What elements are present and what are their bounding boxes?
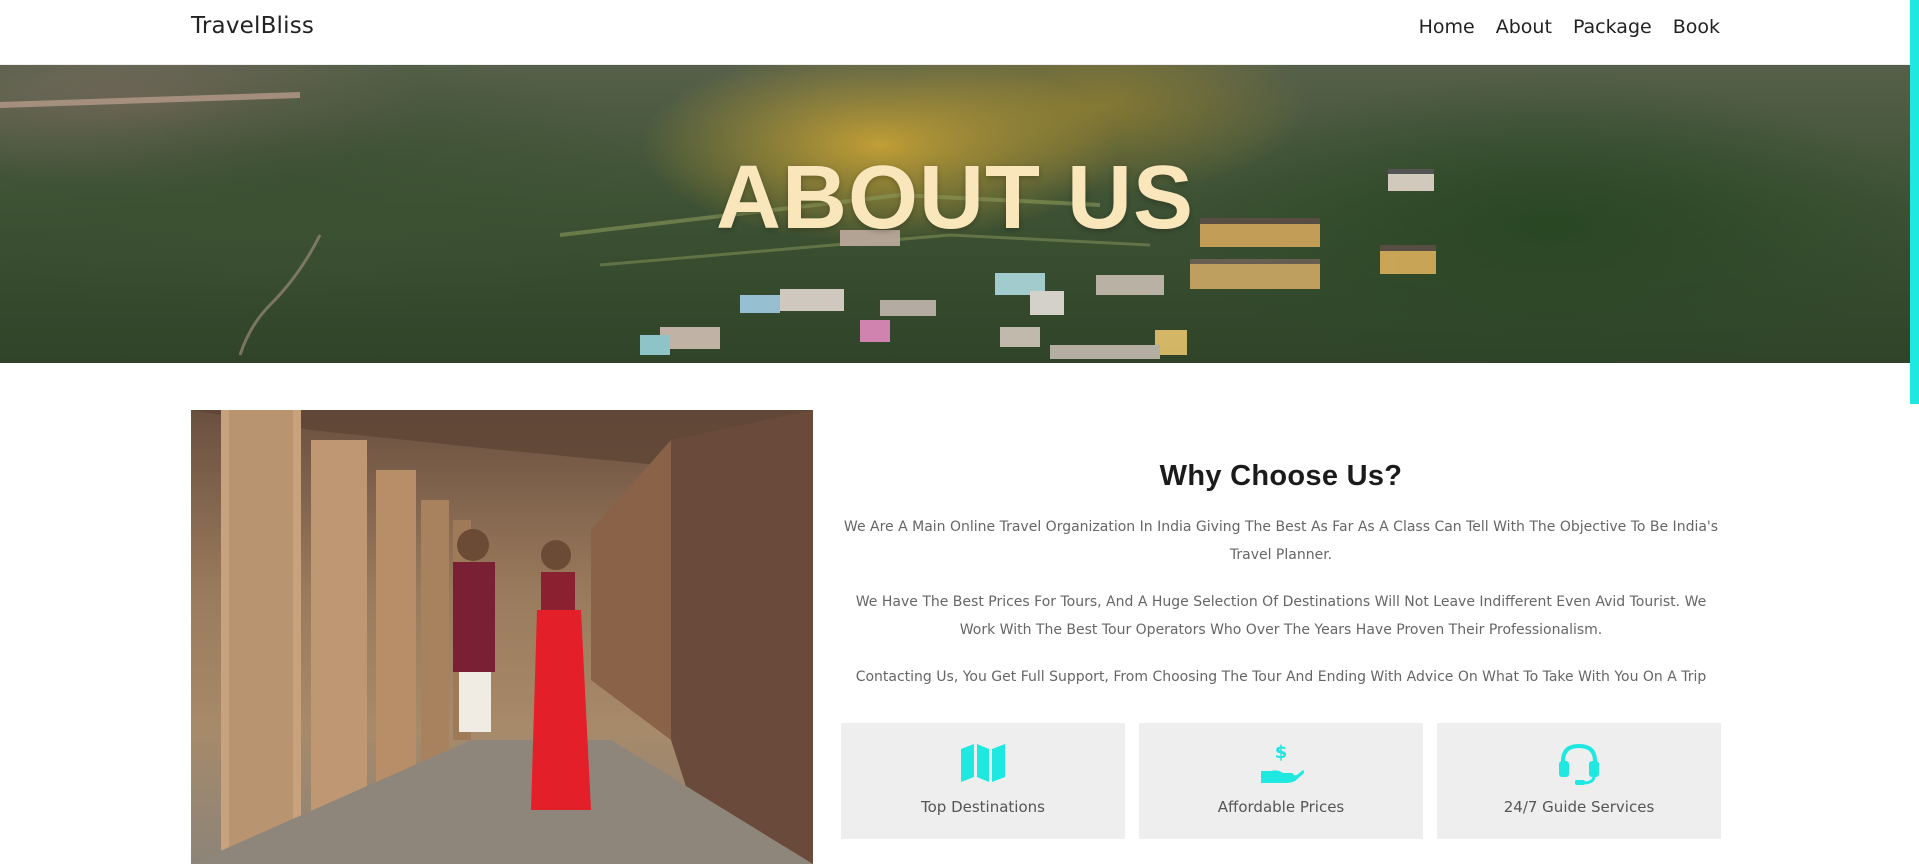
scrollbar-thumb[interactable] [1910,0,1919,404]
feature-cards: Top Destinations $ Affordable Prices 24/… [841,723,1721,839]
nav-book[interactable]: Book [1673,16,1720,38]
brand-logo[interactable]: TravelBliss [191,13,314,39]
hand-dollar-icon: $ [1261,742,1304,783]
hero-banner: ABOUT US [0,65,1910,363]
why-choose-us-section: Why Choose Us? We Are A Main Online Trav… [841,460,1721,710]
nav-links: Home About Package Book [1419,16,1720,38]
feature-card-prices[interactable]: $ Affordable Prices [1139,723,1423,839]
couple-corridor-photo [191,410,813,864]
nav-home[interactable]: Home [1419,16,1475,38]
navbar: TravelBliss Home About Package Book [0,0,1910,65]
hero-title: ABOUT US [716,148,1194,248]
map-icon [961,744,1005,782]
svg-text:$: $ [1275,742,1288,763]
nav-package[interactable]: Package [1573,16,1652,38]
feature-card-guide[interactable]: 24/7 Guide Services [1437,723,1721,839]
feature-card-destinations[interactable]: Top Destinations [841,723,1125,839]
about-paragraph-1: We Are A Main Online Travel Organization… [843,519,1719,563]
section-title: Why Choose Us? [1159,460,1403,492]
about-paragraph-2: We Have The Best Prices For Tours, And A… [855,594,1707,638]
feature-label: Top Destinations [921,798,1045,816]
nav-about[interactable]: About [1496,16,1552,38]
headset-icon [1559,743,1599,785]
feature-label: Affordable Prices [1217,798,1345,816]
about-paragraph-3: Contacting Us, You Get Full Support, Fro… [855,669,1707,685]
feature-label: 24/7 Guide Services [1503,798,1655,816]
